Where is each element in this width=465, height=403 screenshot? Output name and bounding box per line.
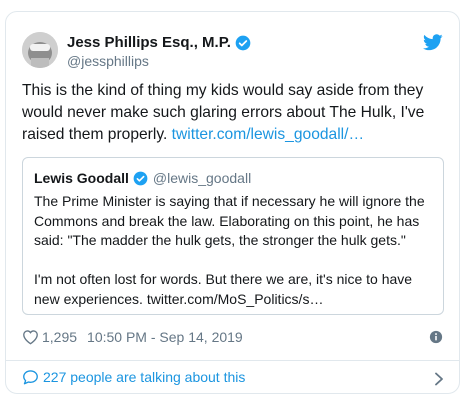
divider — [6, 360, 459, 361]
author-handle[interactable]: @jessphillips — [67, 53, 149, 69]
talking-about-link[interactable]: 227 people are talking about this — [22, 369, 245, 385]
quoted-author-handle: @lewis_goodall — [152, 170, 252, 186]
verified-badge-icon — [235, 35, 251, 50]
quoted-author-name: Lewis Goodall — [34, 170, 129, 186]
quoted-tweet[interactable]: Lewis Goodall @lewis_goodall The Prime M… — [22, 157, 444, 315]
author-name[interactable]: Jess Phillips Esq., M.P. — [67, 34, 231, 51]
author-row: Jess Phillips Esq., M.P. — [67, 34, 251, 51]
quoted-tweet-text: The Prime Minister is saying that if nec… — [34, 193, 425, 307]
embedded-tweet-card: Jess Phillips Esq., M.P. @jessphillips T… — [5, 11, 460, 394]
chevron-right-icon[interactable] — [433, 372, 445, 386]
tweet-link[interactable]: twitter.com/lewis_goodall/… — [172, 126, 364, 143]
speech-bubble-icon — [23, 370, 38, 385]
talking-about-text[interactable]: 227 people are talking about this — [43, 369, 245, 385]
verified-badge-icon — [133, 171, 148, 185]
quoted-author-row: Lewis Goodall @lewis_goodall — [34, 170, 251, 186]
twitter-logo-icon[interactable] — [423, 34, 443, 51]
info-icon[interactable] — [429, 330, 443, 344]
tweet-text: This is the kind of thing my kids would … — [22, 80, 442, 146]
heart-icon[interactable] — [22, 329, 39, 345]
timestamp[interactable]: 10:50 PM - Sep 14, 2019 — [87, 329, 243, 345]
tweet-meta: 1,295 10:50 PM - Sep 14, 2019 — [22, 329, 243, 345]
like-count[interactable]: 1,295 — [42, 329, 77, 345]
avatar[interactable] — [22, 32, 58, 68]
